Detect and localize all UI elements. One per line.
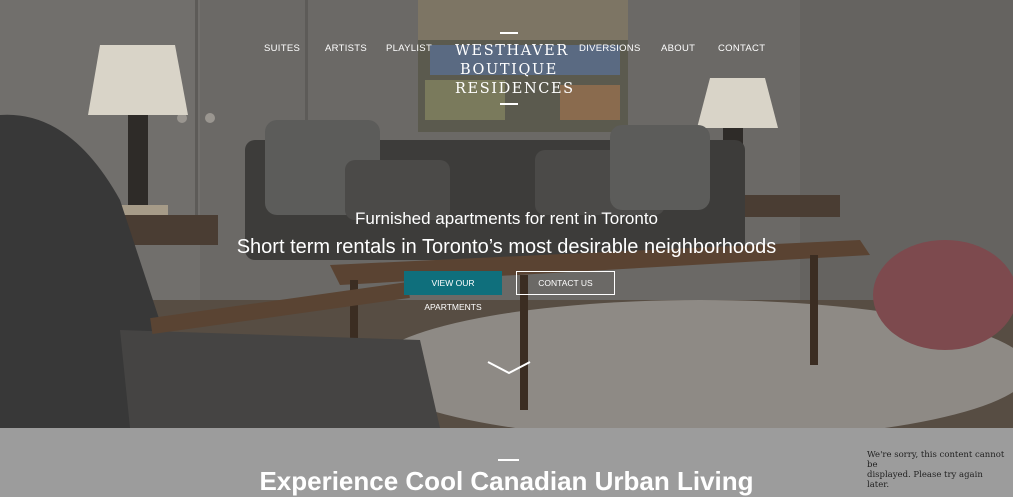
view-apartments-button[interactable]: VIEW OUR APARTMENTS <box>404 271 502 312</box>
hero-section: SUITES ARTISTS PLAYLIST WESTHAVER BOUTIQ… <box>0 0 1013 428</box>
site-logo[interactable]: WESTHAVER BOUTIQUE RESIDENCES <box>455 32 575 105</box>
nav-diversions[interactable]: DIVERSIONS <box>579 43 641 54</box>
section-divider <box>498 459 519 461</box>
embed-error-line-2: displayed. Please try again later. <box>867 470 983 490</box>
hero-title: Short term rentals in Toronto’s most des… <box>236 236 777 258</box>
logo-line-3: RESIDENCES <box>455 81 575 97</box>
logo-line-1: WESTHAVER <box>455 43 569 59</box>
hero-subtitle: Furnished apartments for rent in Toronto <box>354 209 658 228</box>
nav-contact[interactable]: CONTACT <box>718 43 765 54</box>
chevron-down-icon[interactable] <box>486 358 532 376</box>
contact-us-button[interactable]: CONTACT US <box>516 271 615 295</box>
nav-artists[interactable]: ARTISTS <box>325 43 367 54</box>
nav-playlist[interactable]: PLAYLIST <box>386 43 432 54</box>
nav-suites[interactable]: SUITES <box>264 43 300 54</box>
logo-line-2: BOUTIQUE <box>460 62 558 78</box>
embed-error-message: We're sorry, this content cannot be disp… <box>867 450 1007 490</box>
intro-section: Experience Cool Canadian Urban Living <box>0 428 1013 497</box>
logo-bottom-bar <box>500 103 518 105</box>
nav-about[interactable]: ABOUT <box>661 43 695 54</box>
embed-error-line-1: We're sorry, this content cannot be <box>867 450 1005 470</box>
logo-top-bar <box>500 32 518 34</box>
section-title: Experience Cool Canadian Urban Living <box>259 466 754 496</box>
